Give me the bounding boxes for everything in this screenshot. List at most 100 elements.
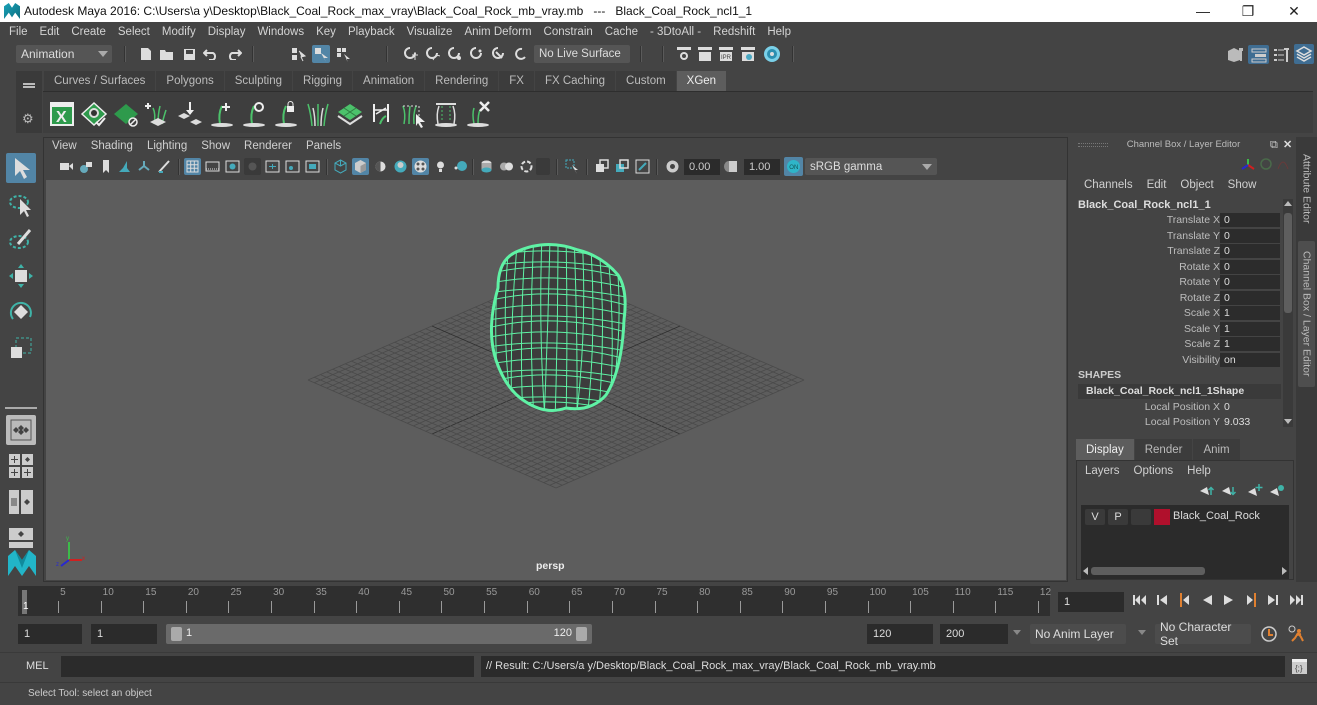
character-set-dropdown[interactable]: No Character Set bbox=[1155, 620, 1251, 648]
move-layer-down-icon[interactable] bbox=[1221, 485, 1237, 500]
isolate-select-icon[interactable] bbox=[536, 158, 550, 175]
2d-pan-zoom-icon[interactable] bbox=[136, 158, 153, 175]
animation-end-field[interactable]: 200 bbox=[940, 624, 1008, 644]
layer-menu-layers[interactable]: Layers bbox=[1085, 465, 1120, 477]
menu-playback[interactable]: Playback bbox=[343, 26, 402, 38]
scroll-right-icon[interactable] bbox=[1282, 567, 1287, 575]
channel-box-menu-edit[interactable]: Edit bbox=[1147, 179, 1167, 191]
gamma-field[interactable]: 1.00 bbox=[744, 159, 780, 175]
menu-modify[interactable]: Modify bbox=[157, 26, 203, 38]
live-surface-field[interactable]: No Live Surface bbox=[534, 45, 630, 63]
viewport-menu-shading[interactable]: Shading bbox=[91, 140, 133, 156]
channel-box-toggle-icon[interactable] bbox=[1294, 44, 1314, 64]
menu-3dtoall[interactable]: - 3DtoAll - bbox=[645, 26, 708, 38]
anim-layer-dropdown[interactable]: No Anim Layer bbox=[1030, 624, 1126, 644]
shelf-tab-custom[interactable]: Custom bbox=[616, 71, 676, 91]
layer-playback-toggle[interactable]: P bbox=[1108, 509, 1128, 525]
select-object-icon[interactable] bbox=[312, 45, 330, 63]
channel-box-scrollbar[interactable] bbox=[1283, 199, 1293, 427]
attr-scale-y[interactable]: Scale Y1 bbox=[1072, 321, 1282, 337]
attr-value-field[interactable]: 1 bbox=[1220, 321, 1280, 336]
xgen-guide-length-icon[interactable] bbox=[304, 100, 332, 128]
single-perspective-view-button[interactable] bbox=[6, 415, 36, 445]
exposure-icon[interactable] bbox=[664, 158, 681, 175]
create-empty-layer-icon[interactable] bbox=[1247, 483, 1263, 500]
paint-select-tool-button[interactable] bbox=[6, 225, 36, 255]
command-input[interactable] bbox=[61, 656, 474, 677]
menu-cache[interactable]: Cache bbox=[600, 26, 645, 38]
attr-local-position-y[interactable]: Local Position Y 9.033 bbox=[1072, 415, 1282, 430]
shelf-tab-fx-caching[interactable]: FX Caching bbox=[534, 71, 616, 91]
tab-channel-box-layer-editor[interactable]: Channel Box / Layer Editor bbox=[1298, 241, 1315, 387]
make-live-icon[interactable] bbox=[512, 46, 528, 62]
xgen-add-guides-icon[interactable] bbox=[144, 100, 172, 128]
rock-mesh-wireframe[interactable] bbox=[476, 235, 636, 425]
multisample-aa-icon[interactable] bbox=[498, 158, 515, 175]
attr-translate-y[interactable]: Translate Y0 bbox=[1072, 228, 1282, 244]
animation-preferences-icon[interactable] bbox=[1286, 624, 1306, 647]
channel-box-menu-object[interactable]: Object bbox=[1180, 179, 1213, 191]
move-layer-up-icon[interactable] bbox=[1199, 485, 1215, 500]
camera-attributes-icon[interactable] bbox=[78, 158, 95, 175]
xgen-preview-icon[interactable] bbox=[80, 100, 108, 128]
3d-viewport[interactable]: y x z persp bbox=[46, 180, 1066, 580]
xray-icon[interactable] bbox=[594, 158, 611, 175]
channel-box-menu-channels[interactable]: Channels bbox=[1084, 179, 1133, 191]
tool-settings-toggle-icon[interactable] bbox=[1272, 45, 1290, 63]
xray-joints-icon[interactable] bbox=[634, 158, 651, 175]
viewport-menu-view[interactable]: View bbox=[52, 140, 77, 156]
attr-value-field[interactable]: 0 bbox=[1220, 259, 1280, 274]
auto-key-icon[interactable] bbox=[1260, 625, 1278, 646]
grid-toggle-icon[interactable] bbox=[184, 158, 201, 175]
shelf-tab-polygons[interactable]: Polygons bbox=[156, 71, 224, 91]
attr-rotate-x[interactable]: Rotate X0 bbox=[1072, 259, 1282, 275]
attr-translate-z[interactable]: Translate Z0 bbox=[1072, 244, 1282, 259]
animation-start-field[interactable]: 1 bbox=[18, 624, 82, 644]
scrollbar-thumb[interactable] bbox=[1091, 567, 1205, 575]
four-view-layout-button[interactable] bbox=[6, 451, 36, 481]
scroll-left-icon[interactable] bbox=[1083, 567, 1088, 575]
bookmark-icon[interactable] bbox=[98, 158, 115, 175]
hyperbolic-icon[interactable] bbox=[1276, 157, 1290, 174]
menu-select[interactable]: Select bbox=[113, 26, 157, 38]
xgen-bend-guide-icon[interactable] bbox=[368, 100, 396, 128]
attr-rotate-y[interactable]: Rotate Y0 bbox=[1072, 275, 1282, 290]
script-language-toggle[interactable]: MEL bbox=[26, 660, 49, 672]
textured-icon[interactable] bbox=[412, 158, 429, 175]
depth-of-field-icon[interactable] bbox=[518, 158, 535, 175]
layer-display-type-toggle[interactable] bbox=[1131, 509, 1151, 525]
play-backwards-button[interactable] bbox=[1199, 592, 1215, 608]
channel-box-menu-show[interactable]: Show bbox=[1228, 179, 1257, 191]
menu-redshift[interactable]: Redshift bbox=[708, 26, 762, 38]
shelf-tab-curves-surfaces[interactable]: Curves / Surfaces bbox=[44, 71, 156, 91]
attr-value-field[interactable]: 0 bbox=[1220, 275, 1280, 289]
safe-title-icon[interactable] bbox=[304, 158, 321, 175]
attr-value-field[interactable]: on bbox=[1220, 352, 1280, 367]
attr-scale-x[interactable]: Scale X1 bbox=[1072, 306, 1282, 321]
float-panel-icon[interactable]: ⧉ bbox=[1270, 139, 1278, 152]
xgen-lock-guide-icon[interactable] bbox=[272, 100, 300, 128]
snap-view-plane-icon[interactable] bbox=[468, 46, 484, 62]
snap-live-icon[interactable] bbox=[490, 46, 506, 62]
viewport-menu-show[interactable]: Show bbox=[201, 140, 230, 156]
default-lighting-icon[interactable] bbox=[372, 158, 389, 175]
playback-end-field[interactable]: 120 bbox=[867, 624, 933, 644]
shelf-tab-xgen[interactable]: XGen bbox=[676, 71, 727, 91]
shape-node-name[interactable]: Black_Coal_Rock_ncl1_1Shape bbox=[1078, 384, 1281, 399]
menu-visualize[interactable]: Visualize bbox=[402, 26, 460, 38]
step-forward-frame-button[interactable] bbox=[1265, 592, 1281, 608]
ambient-occlusion-icon[interactable] bbox=[452, 158, 469, 175]
viewport-menu-lighting[interactable]: Lighting bbox=[147, 140, 187, 156]
grease-pencil-icon[interactable] bbox=[156, 158, 173, 175]
move-tool-button[interactable] bbox=[6, 261, 36, 291]
redo-icon[interactable] bbox=[226, 46, 242, 62]
attr-visibility[interactable]: Visibility on bbox=[1072, 352, 1282, 368]
step-back-frame-button[interactable] bbox=[1154, 592, 1170, 608]
shadows-icon[interactable] bbox=[392, 158, 409, 175]
menu-set-dropdown[interactable]: Animation bbox=[16, 45, 112, 63]
shelf-tab-sculpting[interactable]: Sculpting bbox=[224, 71, 293, 91]
layer-color-swatch[interactable] bbox=[1154, 509, 1170, 525]
attribute-editor-toggle-icon[interactable] bbox=[1248, 45, 1269, 64]
attr-scale-z[interactable]: Scale Z1 bbox=[1072, 337, 1282, 352]
gate-mask-icon[interactable] bbox=[244, 158, 261, 175]
